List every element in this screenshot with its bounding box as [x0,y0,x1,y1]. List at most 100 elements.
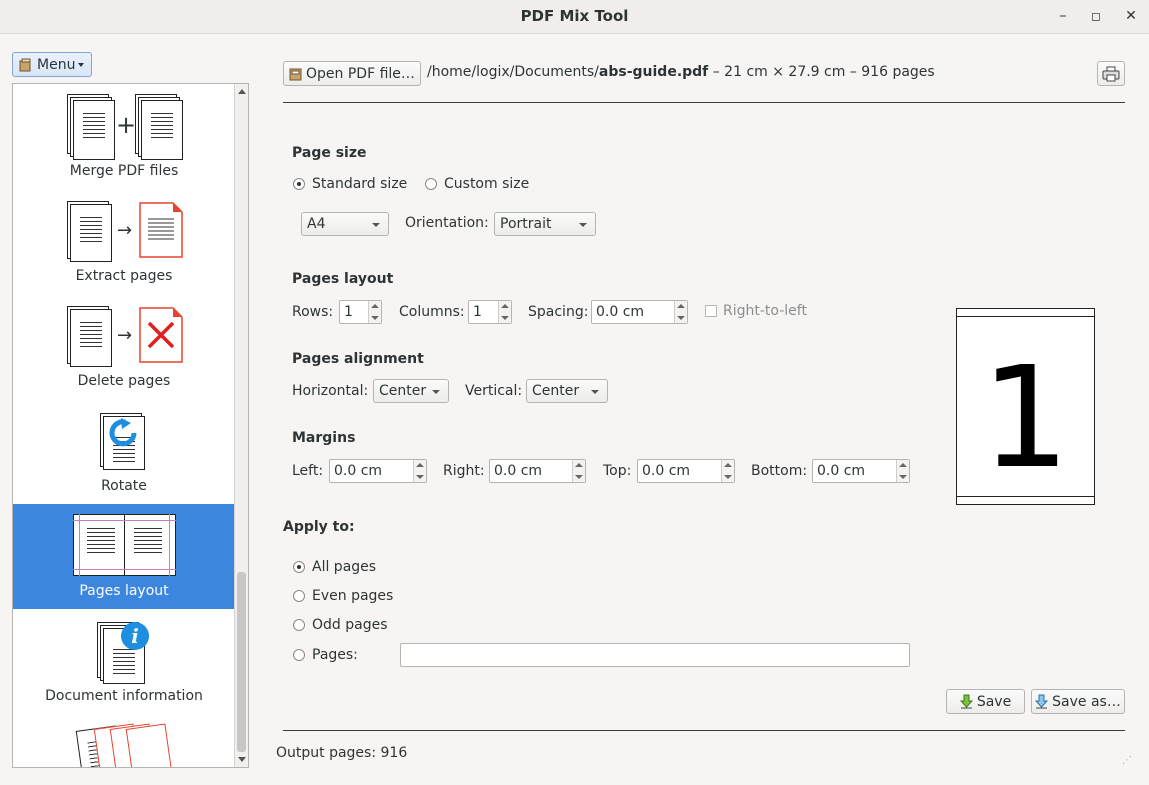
margin-top-spinbox[interactable]: 0.0 cm [637,459,735,483]
margin-top-label: Top: [603,463,632,479]
sidebar-item-merge[interactable]: + Merge PDF files [13,84,235,189]
file-details: – 21 cm × 27.9 cm – 916 pages [708,64,935,80]
layout-preview: 1 [956,308,1095,505]
folder-icon [289,68,302,80]
columns-label: Columns: [399,304,465,320]
sidebar-scrollbar[interactable] [234,84,248,767]
save-as-arrow-icon [1035,694,1049,709]
save-as-button[interactable]: Save as… [1031,689,1125,714]
sidebar-item-delete[interactable]: → Delete pages [13,294,235,399]
spin-arrows-icon[interactable] [413,460,426,482]
spin-arrows-icon[interactable] [896,460,909,482]
margin-top-value: 0.0 cm [642,463,691,479]
chevron-down-icon [78,62,85,67]
separator-top [283,102,1125,103]
sidebar-item-label: Extract pages [75,268,173,284]
sidebar-item-extract[interactable]: → Extract pages [13,189,235,294]
custom-size-label[interactable]: Custom size [444,176,529,192]
horizontal-align-select[interactable]: Center [373,379,449,403]
margin-left-spinbox[interactable]: 0.0 cm [329,459,427,483]
rows-label: Rows: [292,304,334,320]
custom-size-radio[interactable] [425,178,437,190]
preview-page-number: 1 [980,337,1071,500]
maximize-button[interactable]: ◻ [1086,6,1106,26]
horizontal-label: Horizontal: [292,383,369,399]
apply-to-heading: Apply to: [283,519,355,535]
menu-button[interactable]: Menu [12,52,92,77]
margin-bottom-spinbox[interactable]: 0.0 cm [812,459,910,483]
info-icon: i [121,622,149,650]
even-pages-label[interactable]: Even pages [312,588,393,604]
title-bar: PDF Mix Tool – ◻ ✕ [0,0,1149,34]
all-pages-radio[interactable] [293,561,305,573]
custom-pages-label[interactable]: Pages: [312,647,358,663]
file-info: /home/logix/Documents/abs-guide.pdf – 21… [427,64,935,80]
even-pages-radio[interactable] [293,590,305,602]
margins-heading: Margins [292,430,356,446]
odd-pages-label[interactable]: Odd pages [312,617,388,633]
spin-arrows-icon[interactable] [368,301,381,323]
margin-left-value: 0.0 cm [334,463,383,479]
sidebar-item-partial[interactable] [13,714,235,767]
columns-spinbox[interactable]: 1 [468,300,512,324]
odd-pages-radio[interactable] [293,619,305,631]
save-button[interactable]: Save [946,689,1025,714]
spin-arrows-icon[interactable] [498,301,511,323]
page-size-heading: Page size [292,145,367,161]
menu-label: Menu [37,56,76,73]
spin-arrows-icon[interactable] [572,460,585,482]
margin-right-spinbox[interactable]: 0.0 cm [489,459,586,483]
spacing-spinbox[interactable]: 0.0 cm [591,300,688,324]
right-to-left-checkbox[interactable] [705,305,717,317]
margin-right-label: Right: [443,463,485,479]
sidebar-item-label: Pages layout [79,583,169,599]
scrollbar-thumb[interactable] [237,572,246,752]
standard-size-label[interactable]: Standard size [312,176,407,192]
sidebar-item-label: Rotate [101,478,147,494]
columns-value: 1 [473,304,482,320]
sidebar-item-pages-layout[interactable]: Pages layout [13,504,235,609]
tool-sidebar: + Merge PDF files → Extract pages → Dele… [12,83,249,768]
right-to-left-label[interactable]: Right-to-left [723,303,807,319]
pages-range-input[interactable] [400,643,910,667]
save-label: Save [976,693,1012,710]
save-arrow-icon [959,694,973,709]
vertical-label: Vertical: [465,383,523,399]
orientation-select[interactable]: Portrait [494,212,596,236]
margin-bottom-value: 0.0 cm [817,463,866,479]
all-pages-label[interactable]: All pages [312,559,376,575]
output-pages-status: Output pages: 916 [276,745,408,761]
sidebar-item-label: Document information [45,688,203,704]
scroll-up-icon[interactable] [238,89,246,94]
sidebar-item-document-info[interactable]: i Document information [13,609,235,714]
separator-bottom [283,730,1125,731]
resize-grip-icon[interactable]: ⋰ [1122,755,1132,766]
spin-arrows-icon[interactable] [721,460,734,482]
file-name: abs-guide.pdf [598,64,709,80]
printer-icon [1102,66,1120,81]
sidebar-item-label: Merge PDF files [69,163,179,179]
open-pdf-button[interactable]: Open PDF file… [283,61,421,86]
close-button[interactable]: ✕ [1121,6,1141,26]
sidebar-item-label: Delete pages [77,373,171,389]
sidebar-item-rotate[interactable]: Rotate [13,399,235,504]
custom-pages-radio[interactable] [293,649,305,661]
rows-value: 1 [344,304,353,320]
menu-icon [19,58,31,71]
file-path: /home/logix/Documents/ [427,64,599,80]
print-button[interactable] [1097,61,1125,86]
margin-left-label: Left: [292,463,324,479]
scroll-down-icon[interactable] [238,757,246,762]
paper-size-select[interactable]: A4 [301,212,389,236]
standard-size-radio[interactable] [293,178,305,190]
margin-bottom-label: Bottom: [751,463,808,479]
pages-layout-heading: Pages layout [292,271,394,287]
vertical-align-select[interactable]: Center [526,379,608,403]
spacing-value: 0.0 cm [596,304,645,320]
orientation-label: Orientation: [405,215,489,231]
spacing-label: Spacing: [528,304,589,320]
rows-spinbox[interactable]: 1 [339,300,382,324]
minimize-button[interactable]: – [1053,6,1073,26]
spin-arrows-icon[interactable] [674,301,687,323]
open-pdf-label: Open PDF file… [306,65,415,82]
